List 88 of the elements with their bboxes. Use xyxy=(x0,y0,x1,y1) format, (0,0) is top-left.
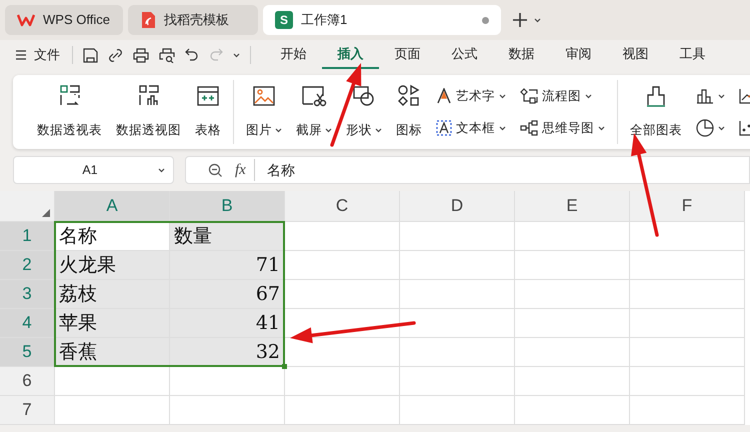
picture-icon xyxy=(252,84,276,108)
scissors-icon xyxy=(301,84,327,108)
table-cell: 火龙果 xyxy=(55,251,170,280)
column-header[interactable]: C xyxy=(285,191,400,222)
ribbon-button[interactable]: 全部图表 xyxy=(624,80,688,144)
spreadsheet-logo-icon: S xyxy=(275,11,293,29)
ribbon-tab[interactable]: 开始 xyxy=(265,41,322,69)
ribbon-button[interactable]: 表格 xyxy=(189,80,227,144)
row-header[interactable]: 6 xyxy=(0,367,55,396)
caret-icon xyxy=(499,126,506,130)
table-cell: 荔枝 xyxy=(55,280,170,309)
ribbon-tab[interactable]: 视图 xyxy=(607,41,664,69)
ribbon-button[interactable]: 文本框 xyxy=(432,115,510,141)
zoom-out-icon[interactable] xyxy=(208,162,223,178)
ribbon-button[interactable]: 图片 xyxy=(240,80,288,144)
file-menu-button[interactable]: 文件 xyxy=(16,46,73,64)
menu-icon xyxy=(16,49,26,61)
pivot-table-icon xyxy=(58,84,82,108)
ribbon-button[interactable]: 数据透视表 xyxy=(31,80,108,144)
table-cell: 香蕉 xyxy=(55,338,170,367)
caret-icon xyxy=(534,18,541,22)
ribbon-tab[interactable]: 工具 xyxy=(664,41,721,69)
pivot-chart-icon xyxy=(136,84,160,108)
corner-triangle-icon xyxy=(42,209,50,217)
caret-icon xyxy=(275,128,282,134)
w-logo-icon xyxy=(17,13,35,27)
column-header[interactable]: A xyxy=(55,191,170,222)
column-chart-icon xyxy=(696,88,714,104)
app-tab[interactable]: 找稻壳模板 xyxy=(128,5,258,35)
ribbon-tab[interactable]: 数据 xyxy=(493,41,550,69)
caret-icon xyxy=(375,128,382,134)
table-cell: 数量 xyxy=(170,222,285,251)
row-header[interactable]: 5 xyxy=(0,338,55,367)
caret-icon xyxy=(499,94,506,98)
table-cell: 67 xyxy=(170,280,285,309)
link-icon[interactable] xyxy=(108,48,123,62)
text-box-icon xyxy=(436,120,452,136)
table-icon xyxy=(196,84,220,108)
caret-icon xyxy=(325,128,332,134)
app-tab[interactable]: S 工作簿1 xyxy=(263,5,501,35)
plus-icon xyxy=(512,12,528,28)
icons-icon xyxy=(397,84,421,108)
ribbon-button[interactable]: 数据透视图 xyxy=(110,80,187,144)
print-preview-icon[interactable] xyxy=(159,48,175,62)
table-cell: 71 xyxy=(170,251,285,280)
ribbon-tab[interactable]: 公式 xyxy=(436,41,493,69)
name-box[interactable]: A1 xyxy=(13,156,174,184)
table-cell: 32 xyxy=(170,338,285,367)
table-cell: 苹果 xyxy=(55,309,170,338)
ribbon-button[interactable]: 艺术字 xyxy=(432,83,510,109)
ribbon-tab[interactable]: 页面 xyxy=(379,41,436,69)
print-icon[interactable] xyxy=(133,48,149,62)
column-header[interactable]: B xyxy=(170,191,285,222)
ribbon-button[interactable]: 截屏 xyxy=(290,80,338,144)
docer-logo-icon xyxy=(140,11,156,29)
caret-icon xyxy=(233,52,240,58)
column-header[interactable]: E xyxy=(515,191,630,222)
ribbon-tab[interactable]: 审阅 xyxy=(550,41,607,69)
formula-value: 名称 xyxy=(266,160,295,180)
column-header[interactable]: F xyxy=(630,191,745,222)
table-cell: 名称 xyxy=(55,222,170,251)
caret-icon xyxy=(158,168,165,172)
mind-map-icon xyxy=(520,120,538,136)
bar-chart-icon xyxy=(644,84,668,108)
caret-icon xyxy=(598,126,605,130)
ribbon-button[interactable]: 流程图 xyxy=(516,83,609,109)
ribbon-button[interactable]: 思维导图 xyxy=(516,115,609,141)
undo-icon[interactable] xyxy=(185,48,199,62)
ribbon-button[interactable]: 形状 xyxy=(340,80,388,144)
row-header[interactable]: 7 xyxy=(0,396,55,425)
column-header[interactable]: D xyxy=(400,191,515,222)
caret-icon xyxy=(718,126,725,130)
app-tab[interactable]: WPS Office xyxy=(5,5,123,35)
pie-chart-icon xyxy=(696,119,714,137)
ribbon-button[interactable]: 图标 xyxy=(390,80,428,144)
row-header[interactable]: 4 xyxy=(0,309,55,338)
formula-bar[interactable]: fx 名称 xyxy=(185,156,750,184)
caret-icon xyxy=(718,94,725,98)
caret-icon xyxy=(585,94,592,98)
shapes-icon xyxy=(352,84,376,108)
letter-a-icon xyxy=(436,88,452,104)
save-icon[interactable] xyxy=(83,48,98,62)
row-header[interactable]: 3 xyxy=(0,280,55,309)
row-header[interactable]: 1 xyxy=(0,222,55,251)
row-header[interactable]: 2 xyxy=(0,251,55,280)
table-cell: 41 xyxy=(170,309,285,338)
flowchart-icon xyxy=(520,88,538,104)
function-label[interactable]: fx xyxy=(235,158,255,182)
